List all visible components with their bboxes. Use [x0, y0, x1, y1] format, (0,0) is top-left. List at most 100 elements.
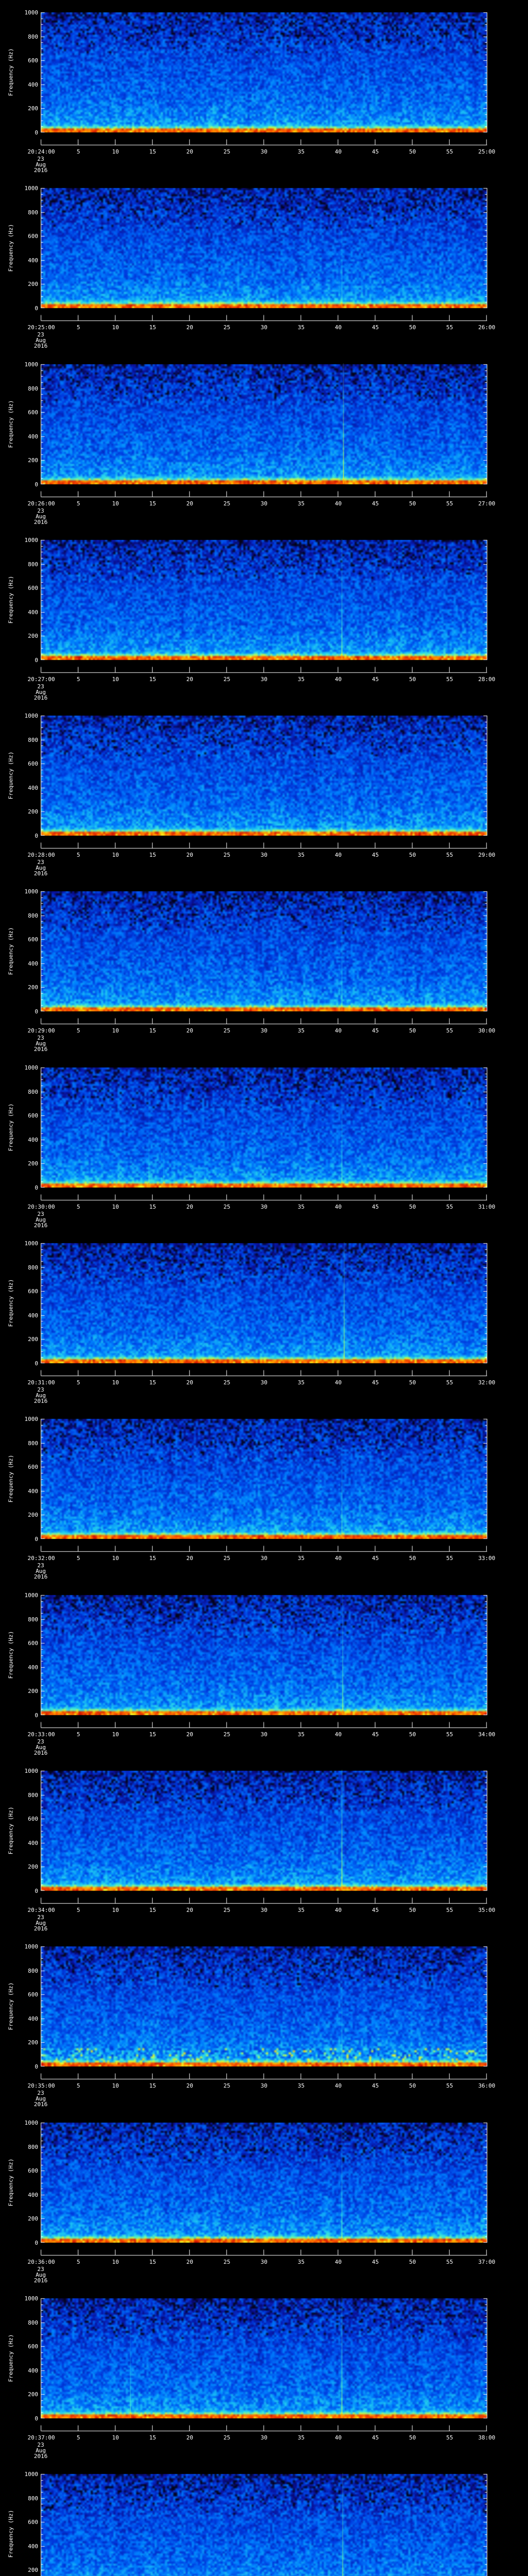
x-tick-label: 10 [112, 2434, 119, 2441]
date-line: 2016 [34, 343, 48, 349]
x-date-label: 23 Aug 2016 [34, 1563, 48, 1580]
x-tick-label: 5 [76, 500, 80, 507]
x-start-time-label: 20:26:00 [27, 500, 55, 507]
y-tick-label: 0 [35, 129, 38, 136]
y-tick-label: 800 [28, 2319, 38, 2326]
y-axis-title: Frequency (Hz) [7, 1103, 14, 1151]
y-tick-label: 600 [28, 233, 38, 240]
x-tick-label: 50 [409, 2082, 416, 2089]
x-tick-label: 50 [409, 1555, 416, 1562]
x-tick-label: 45 [372, 1027, 379, 1034]
date-line: 2016 [34, 1046, 48, 1053]
x-date-label: 23 Aug 2016 [34, 2442, 48, 2459]
x-start-time-label: 20:28:00 [27, 852, 55, 858]
x-end-time-label: 34:00 [478, 1731, 496, 1738]
x-tick-label: 55 [446, 500, 453, 507]
x-tick-label: 20 [186, 1731, 193, 1738]
x-tick-label: 35 [298, 148, 305, 155]
x-tick-label: 15 [149, 1907, 156, 1913]
spectrogram-panel: Frequency (Hz) 0 200 400 600 800 1000 5 10 15 20… [0, 879, 528, 1055]
spectrogram-stack: Frequency (Hz) 0 200 400 600 800 1000 5 10 15 20… [0, 0, 528, 2576]
x-tick-label: 25 [223, 1555, 230, 1562]
x-end-time-label: 37:00 [478, 2259, 496, 2265]
x-tick-label: 55 [446, 852, 453, 858]
y-tick-label: 200 [28, 105, 38, 112]
y-axis-title: Frequency (Hz) [7, 400, 14, 448]
y-tick-label: 0 [35, 1712, 38, 1719]
x-tick-label: 50 [409, 2434, 416, 2441]
spectrogram-panel: Frequency (Hz) 0 200 400 600 800 1000 5 10 15 20… [0, 1934, 528, 2110]
y-tick-label: 400 [28, 2543, 38, 2550]
y-tick-label: 200 [28, 1336, 38, 1343]
x-tick-label: 55 [446, 1907, 453, 1913]
x-tick-label: 5 [76, 1731, 80, 1738]
y-tick-label: 400 [28, 2367, 38, 2374]
x-tick-label: 50 [409, 1027, 416, 1034]
x-tick-label: 45 [372, 2082, 379, 2089]
x-tick-label: 20 [186, 1204, 193, 1210]
x-tick-label: 25 [223, 2082, 230, 2089]
spectrogram-panel: Frequency (Hz) 0 200 400 600 800 1000 5 10 15 20… [0, 352, 528, 528]
x-tick-label: 55 [446, 2259, 453, 2265]
x-tick-label: 45 [372, 1379, 379, 1386]
y-tick-label: 1000 [24, 361, 39, 368]
x-tick-label: 45 [372, 2434, 379, 2441]
x-tick-label: 20 [186, 852, 193, 858]
spectrogram-panel: Frequency (Hz) 0 200 400 600 800 1000 5 10 15 20… [0, 0, 528, 176]
y-tick-label: 800 [28, 2143, 38, 2150]
y-tick-label: 600 [28, 1991, 38, 1998]
x-tick-label: 40 [335, 500, 342, 507]
x-end-time-label: 32:00 [478, 1379, 496, 1386]
x-tick-label: 45 [372, 852, 379, 858]
spectrogram-panel: Frequency (Hz) 0 200 400 600 800 1000 5 10 15 20… [0, 1055, 528, 1231]
x-tick-label: 55 [446, 148, 453, 155]
x-date-label: 23 Aug 2016 [34, 1387, 48, 1404]
x-start-time-label: 20:30:00 [27, 1204, 55, 1210]
y-tick-label: 800 [28, 385, 38, 392]
y-tick-label: 1000 [24, 537, 39, 544]
y-axis-title: Frequency (Hz) [7, 575, 14, 624]
y-tick-label: 0 [35, 305, 38, 312]
x-tick-label: 45 [372, 1907, 379, 1913]
y-tick-label: 600 [28, 1816, 38, 1823]
x-tick-label: 30 [260, 2082, 268, 2089]
y-tick-label: 200 [28, 633, 38, 640]
y-tick-label: 200 [28, 1160, 38, 1167]
x-tick-label: 45 [372, 1204, 379, 1210]
x-tick-label: 5 [76, 2434, 80, 2441]
y-tick-label: 400 [28, 257, 38, 264]
x-end-time-label: 28:00 [478, 676, 496, 683]
x-tick-label: 40 [335, 1027, 342, 1034]
y-tick-label: 600 [28, 1288, 38, 1295]
y-tick-label: 200 [28, 2215, 38, 2223]
x-tick-label: 5 [76, 852, 80, 858]
x-end-time-label: 38:00 [478, 2434, 496, 2441]
y-tick-label: 0 [35, 481, 38, 488]
y-tick-label: 1000 [24, 1064, 39, 1071]
x-tick-label: 55 [446, 1027, 453, 1034]
x-tick-label: 40 [335, 1731, 342, 1738]
date-line: 2016 [34, 2101, 48, 2108]
x-tick-label: 40 [335, 2259, 342, 2265]
y-tick-label: 800 [28, 561, 38, 568]
y-tick-label: 0 [35, 1008, 38, 1015]
x-tick-label: 5 [76, 1379, 80, 1386]
x-tick-label: 10 [112, 1027, 119, 1034]
x-start-time-label: 20:31:00 [27, 1379, 55, 1386]
x-tick-label: 25 [223, 676, 230, 683]
y-axis-title: Frequency (Hz) [7, 2158, 14, 2207]
x-tick-label: 20 [186, 1027, 193, 1034]
x-tick-label: 30 [260, 500, 268, 507]
y-tick-label: 600 [28, 2167, 38, 2175]
y-axis-title: Frequency (Hz) [7, 2510, 14, 2558]
x-tick-label: 20 [186, 324, 193, 331]
x-tick-label: 15 [149, 1204, 156, 1210]
x-start-time-label: 20:24:00 [27, 148, 55, 155]
y-tick-label: 0 [35, 833, 38, 839]
spectrogram-panel: Frequency (Hz) 0 200 400 600 800 1000 5 10 15 20… [0, 703, 528, 879]
x-tick-label: 35 [298, 2259, 305, 2265]
x-tick-label: 45 [372, 324, 379, 331]
x-tick-label: 35 [298, 2082, 305, 2089]
x-tick-label: 25 [223, 1027, 230, 1034]
spectrogram-panel: Frequency (Hz) 0 200 400 600 800 1000 5 10 15 20… [0, 528, 528, 704]
